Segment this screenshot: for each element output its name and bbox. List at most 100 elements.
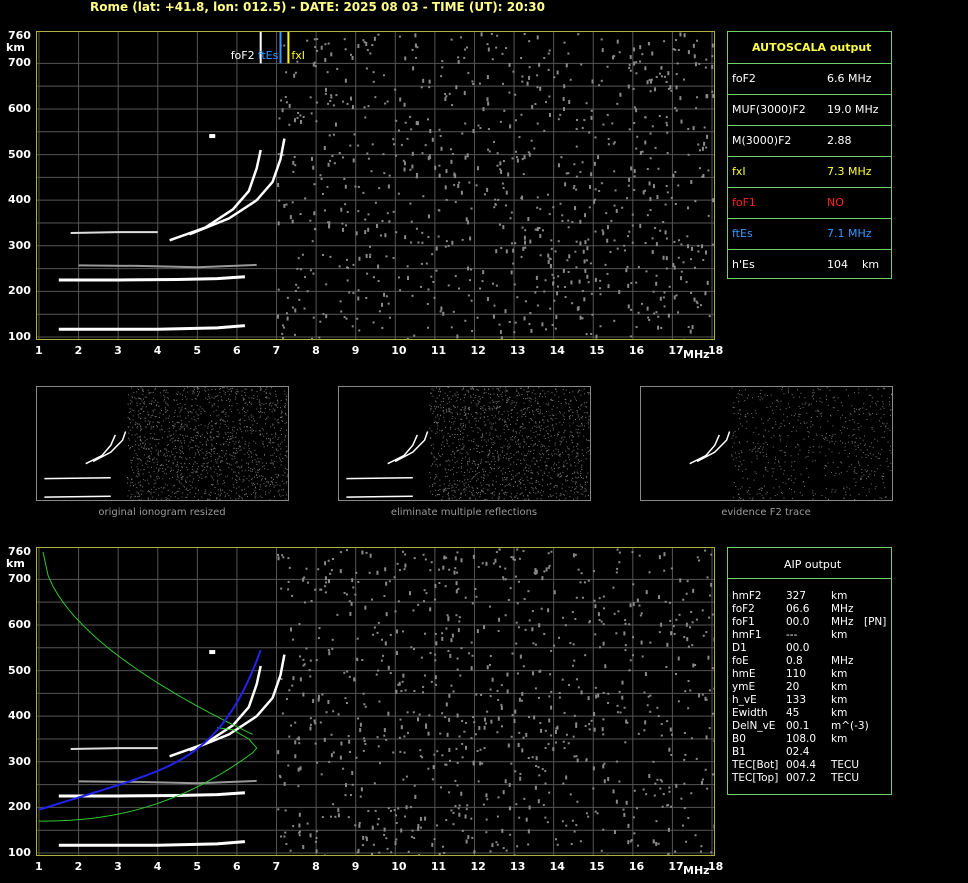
thumb-noise (136, 476, 138, 478)
thumb-noise (543, 422, 545, 424)
thumb-noise (581, 403, 583, 405)
noise-dot (309, 659, 312, 662)
thumb-noise (825, 455, 827, 457)
thumb-noise (559, 421, 561, 423)
thumb-noise (802, 407, 804, 409)
thumb-noise (181, 408, 183, 410)
noise-dot (449, 653, 452, 658)
thumb-noise (262, 476, 264, 478)
thumb-noise (731, 437, 733, 439)
thumb-noise (535, 397, 537, 399)
thumb-noise (819, 397, 821, 399)
thumb-noise (884, 487, 886, 489)
thumb-noise (236, 461, 238, 463)
thumb-noise (809, 446, 811, 448)
thumb-noise (206, 463, 208, 465)
thumb-noise (161, 425, 163, 427)
noise-dot (680, 270, 683, 273)
noise-dot (507, 172, 510, 177)
thumb-noise (285, 412, 287, 414)
thumbnail-caption-evidence: evidence F2 trace (721, 507, 811, 518)
noise-dot (668, 786, 671, 789)
thumb-noise (138, 444, 140, 446)
thumb-noise (446, 403, 448, 405)
thumb-noise (196, 437, 198, 439)
thumb-noise (532, 445, 534, 447)
thumb-noise (198, 414, 200, 416)
thumb-noise (150, 416, 152, 418)
thumb-noise (572, 473, 574, 475)
thumb-noise (499, 497, 501, 499)
thumb-noise (186, 496, 188, 498)
thumb-noise (762, 446, 764, 448)
noise-dot (711, 243, 714, 246)
noise-dot (339, 569, 342, 574)
thumb-noise (566, 446, 568, 448)
thumb-noise (187, 410, 189, 412)
noise-dot (331, 557, 334, 560)
thumb-noise (193, 409, 195, 411)
noise-dot (707, 214, 710, 217)
thumb-noise (523, 402, 525, 404)
thumb-noise (886, 460, 888, 462)
thumb-noise (738, 456, 740, 458)
noise-dot (389, 672, 392, 675)
noise-dot (698, 693, 701, 698)
thumb-noise (280, 416, 282, 418)
thumb-noise (543, 435, 545, 437)
thumb-noise (517, 392, 519, 394)
noise-dot (548, 49, 551, 52)
noise-dot (702, 173, 705, 178)
thumb-noise (279, 459, 281, 461)
noise-dot (639, 151, 642, 156)
noise-dot (343, 316, 346, 319)
thumb-noise (531, 440, 533, 442)
thumb-noise (867, 455, 869, 457)
thumb-noise (588, 426, 590, 428)
thumb-noise (850, 414, 852, 416)
thumb-noise (285, 435, 287, 437)
noise-dot (631, 551, 634, 554)
thumb-noise (516, 412, 518, 414)
noise-dot (324, 92, 327, 95)
thumb-noise (740, 498, 742, 500)
thumb-noise (519, 443, 521, 445)
thumb-noise (286, 476, 288, 478)
thumb-noise (136, 427, 138, 429)
noise-dot (632, 87, 635, 90)
thumb-noise (189, 475, 191, 477)
thumb-noise (827, 420, 829, 422)
thumb-noise (205, 492, 207, 494)
noise-dot (594, 188, 597, 191)
noise-dot (358, 329, 361, 332)
noise-dot (521, 80, 524, 83)
thumb-noise (230, 497, 232, 499)
noise-dot (573, 659, 576, 662)
thumb-noise (234, 426, 236, 428)
thumb-noise (513, 401, 515, 403)
thumb-noise (559, 455, 561, 457)
thumb-noise (277, 475, 279, 477)
thumb-noise (506, 479, 508, 481)
noise-dot (539, 254, 542, 257)
noise-dot (428, 79, 431, 84)
thumb-noise (438, 390, 440, 392)
noise-dot (285, 843, 288, 846)
noise-dot (613, 319, 616, 322)
thumb-noise (224, 432, 226, 434)
thumb-noise (506, 398, 508, 400)
noise-dot (397, 600, 400, 603)
thumb-noise (463, 400, 465, 402)
thumb-noise (284, 422, 286, 424)
thumb-noise (435, 474, 437, 476)
thumb-noise (559, 440, 561, 442)
thumb-noise (853, 469, 855, 471)
thumb-noise (510, 403, 512, 405)
thumb-noise (523, 440, 525, 442)
noise-dot (339, 551, 342, 554)
noise-dot (512, 248, 515, 253)
thumb-noise (218, 436, 220, 438)
thumb-noise (584, 412, 586, 414)
thumb-noise (881, 497, 883, 499)
noise-dot (576, 758, 579, 763)
